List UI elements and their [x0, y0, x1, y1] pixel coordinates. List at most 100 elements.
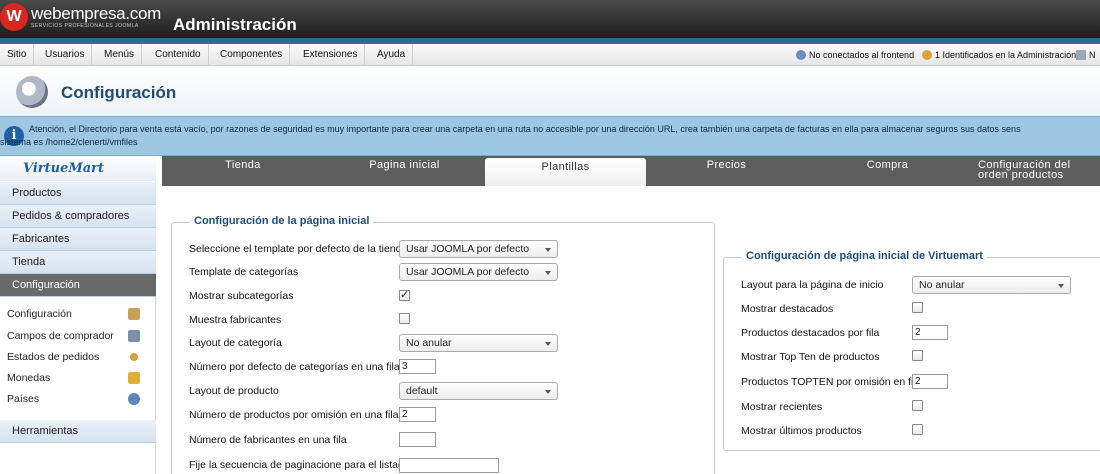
- status-admin[interactable]: 1 Identificados en la Administración: [922, 44, 1076, 66]
- menu-ayuda[interactable]: Ayuda: [370, 44, 414, 66]
- users-online-icon: [796, 50, 806, 60]
- category-layout-select[interactable]: No anular: [399, 334, 558, 352]
- chevron-down-icon: [545, 390, 551, 394]
- sub-label: Estados de pedidos: [7, 351, 100, 363]
- sub-label: Monedas: [7, 372, 51, 384]
- select-value: default: [406, 385, 438, 397]
- status-messages[interactable]: N: [1076, 44, 1096, 66]
- sidebar-sub-paises[interactable]: Países: [0, 389, 140, 410]
- tools-icon: [128, 308, 140, 320]
- show-topten-checkbox[interactable]: [912, 350, 923, 361]
- sidebar-sub-monedas[interactable]: Monedas: [0, 368, 140, 389]
- show-latest-checkbox[interactable]: [912, 424, 923, 435]
- admin-title: Administración: [173, 15, 297, 34]
- row-label: Mostrar destacados: [741, 303, 834, 315]
- sidebar-sub-campos-comprador[interactable]: Campos de comprador: [0, 326, 140, 347]
- sub-label: Campos de comprador: [7, 330, 114, 342]
- menu-menus[interactable]: Menús: [97, 44, 143, 66]
- tab-orden-productos[interactable]: Configuración del orden productos: [968, 156, 1100, 186]
- status-icon: [130, 353, 138, 361]
- page-title: Configuración: [61, 83, 177, 102]
- logo-subtitle: SERVICIOS PROFESIONALES JOOMLA: [31, 23, 139, 29]
- featured-per-row-input[interactable]: 2: [912, 325, 948, 340]
- row-label: Layout para la página de inicio: [741, 279, 884, 291]
- home-layout-select[interactable]: No anular: [912, 276, 1071, 294]
- show-manufacturers-checkbox[interactable]: [399, 313, 410, 324]
- categories-per-row-input[interactable]: 3: [399, 359, 436, 374]
- row-label: Muestra fabricantes: [189, 314, 282, 326]
- notice-line-2: sistema es /home2/clenerti/vmfiles: [0, 137, 138, 147]
- sidebar-item-productos[interactable]: Productos: [0, 182, 156, 205]
- virtuemart-sidebar: VirtueMart Productos Pedidos & comprador…: [0, 156, 156, 474]
- left-panel-legend: Configuración de la página inicial: [190, 215, 374, 227]
- select-value: No anular: [919, 279, 965, 291]
- sidebar-item-tienda[interactable]: Tienda: [0, 251, 156, 274]
- row-label: Productos TOPTEN por omisión en fila: [741, 376, 922, 388]
- virtuemart-logo[interactable]: VirtueMart: [0, 156, 156, 181]
- webempresa-logo[interactable]: W webempresa.com SERVICIOS PROFESIONALES…: [0, 3, 161, 31]
- default-template-select[interactable]: Usar JOOMLA por defecto: [399, 240, 558, 258]
- form-icon: [128, 330, 140, 342]
- logo-name: webempresa.com: [31, 4, 161, 23]
- webempresa-logo-icon: W: [0, 3, 28, 31]
- config-tabs: Tienda Pagina inicial Plantillas Precios…: [162, 156, 1100, 186]
- menu-componentes[interactable]: Componentes: [213, 44, 291, 66]
- menu-usuarios[interactable]: Usuarios: [38, 44, 93, 66]
- sidebar-sub-estados-pedidos[interactable]: Estados de pedidos: [0, 347, 140, 368]
- sub-label: Configuración: [7, 308, 72, 320]
- chevron-down-icon: [1058, 284, 1064, 288]
- menu-contenido[interactable]: Contenido: [148, 44, 209, 66]
- configuration-icon: [16, 76, 48, 108]
- tab-compra[interactable]: Compra: [807, 156, 968, 186]
- manufacturers-per-row-input[interactable]: [399, 432, 436, 447]
- row-label: Productos destacados por fila: [741, 327, 880, 339]
- status-admin-text: 1 Identificados en la Administración: [935, 50, 1077, 60]
- row-label: Template de categorías: [189, 266, 299, 278]
- menu-sitio[interactable]: Sitio: [0, 44, 35, 66]
- row-label: Número de fabricantes en una fila: [189, 434, 347, 446]
- tab-pagina-inicial[interactable]: Pagina inicial: [324, 156, 485, 186]
- select-value: No anular: [406, 337, 452, 349]
- right-panel-legend: Configuración de página inicial de Virtu…: [742, 250, 987, 262]
- show-subcategories-checkbox[interactable]: [399, 288, 410, 301]
- chevron-down-icon: [545, 342, 551, 346]
- show-recent-checkbox[interactable]: [912, 400, 923, 411]
- tab-plantillas[interactable]: Plantillas: [485, 158, 646, 186]
- chevron-down-icon: [545, 248, 551, 252]
- row-label: Mostrar Top Ten de productos: [741, 351, 880, 363]
- admin-header: W webempresa.com SERVICIOS PROFESIONALES…: [0, 0, 1100, 38]
- sidebar-item-configuracion[interactable]: Configuración: [0, 274, 156, 297]
- row-label: Seleccione el template por defecto de la…: [189, 243, 408, 255]
- status-frontend[interactable]: No conectados al frontend: [796, 44, 914, 66]
- coins-icon: [128, 372, 140, 384]
- products-per-row-input[interactable]: 2: [399, 407, 436, 422]
- select-value: Usar JOOMLA por defecto: [406, 243, 530, 255]
- row-label: Fije la secuencia de paginacione para el…: [189, 459, 410, 471]
- main-menu-bar: Sitio Usuarios Menús Contenido Component…: [0, 44, 1100, 66]
- show-featured-checkbox[interactable]: [912, 302, 923, 313]
- category-template-select[interactable]: Usar JOOMLA por defecto: [399, 263, 558, 281]
- menu-extensiones[interactable]: Extensiones: [296, 44, 366, 66]
- sidebar-item-fabricantes[interactable]: Fabricantes: [0, 228, 156, 251]
- tab-precios[interactable]: Precios: [646, 156, 807, 186]
- status-frontend-text: No conectados al frontend: [809, 50, 915, 60]
- virtuemart-logo-text: VirtueMart: [23, 161, 105, 176]
- row-label: Mostrar subcategorías: [189, 290, 294, 302]
- sub-label: Países: [7, 393, 40, 405]
- sidebar-item-pedidos[interactable]: Pedidos & compradores: [0, 205, 156, 228]
- row-label: Layout de categoría: [189, 337, 282, 349]
- row-label: Layout de producto: [189, 385, 279, 397]
- page-toolbar: Configuración: [0, 66, 1100, 116]
- row-label: Número por defecto de categorías en una …: [189, 361, 400, 373]
- sidebar-sub-configuracion[interactable]: Configuración: [0, 304, 140, 325]
- row-label: Número de productos por omisión en una f…: [189, 409, 399, 421]
- row-label: Mostrar últimos productos: [741, 425, 862, 437]
- topten-per-row-input[interactable]: 2: [912, 374, 948, 389]
- notice-line-1: Atención, el Directorio para venta está …: [29, 124, 1021, 134]
- sidebar-item-herramientas[interactable]: Herramientas: [0, 420, 156, 443]
- product-layout-select[interactable]: default: [399, 382, 558, 400]
- pagination-sequence-input[interactable]: [399, 458, 499, 473]
- admin-users-icon: [922, 50, 932, 60]
- tab-tienda[interactable]: Tienda: [162, 156, 324, 186]
- messages-icon: [1076, 50, 1086, 60]
